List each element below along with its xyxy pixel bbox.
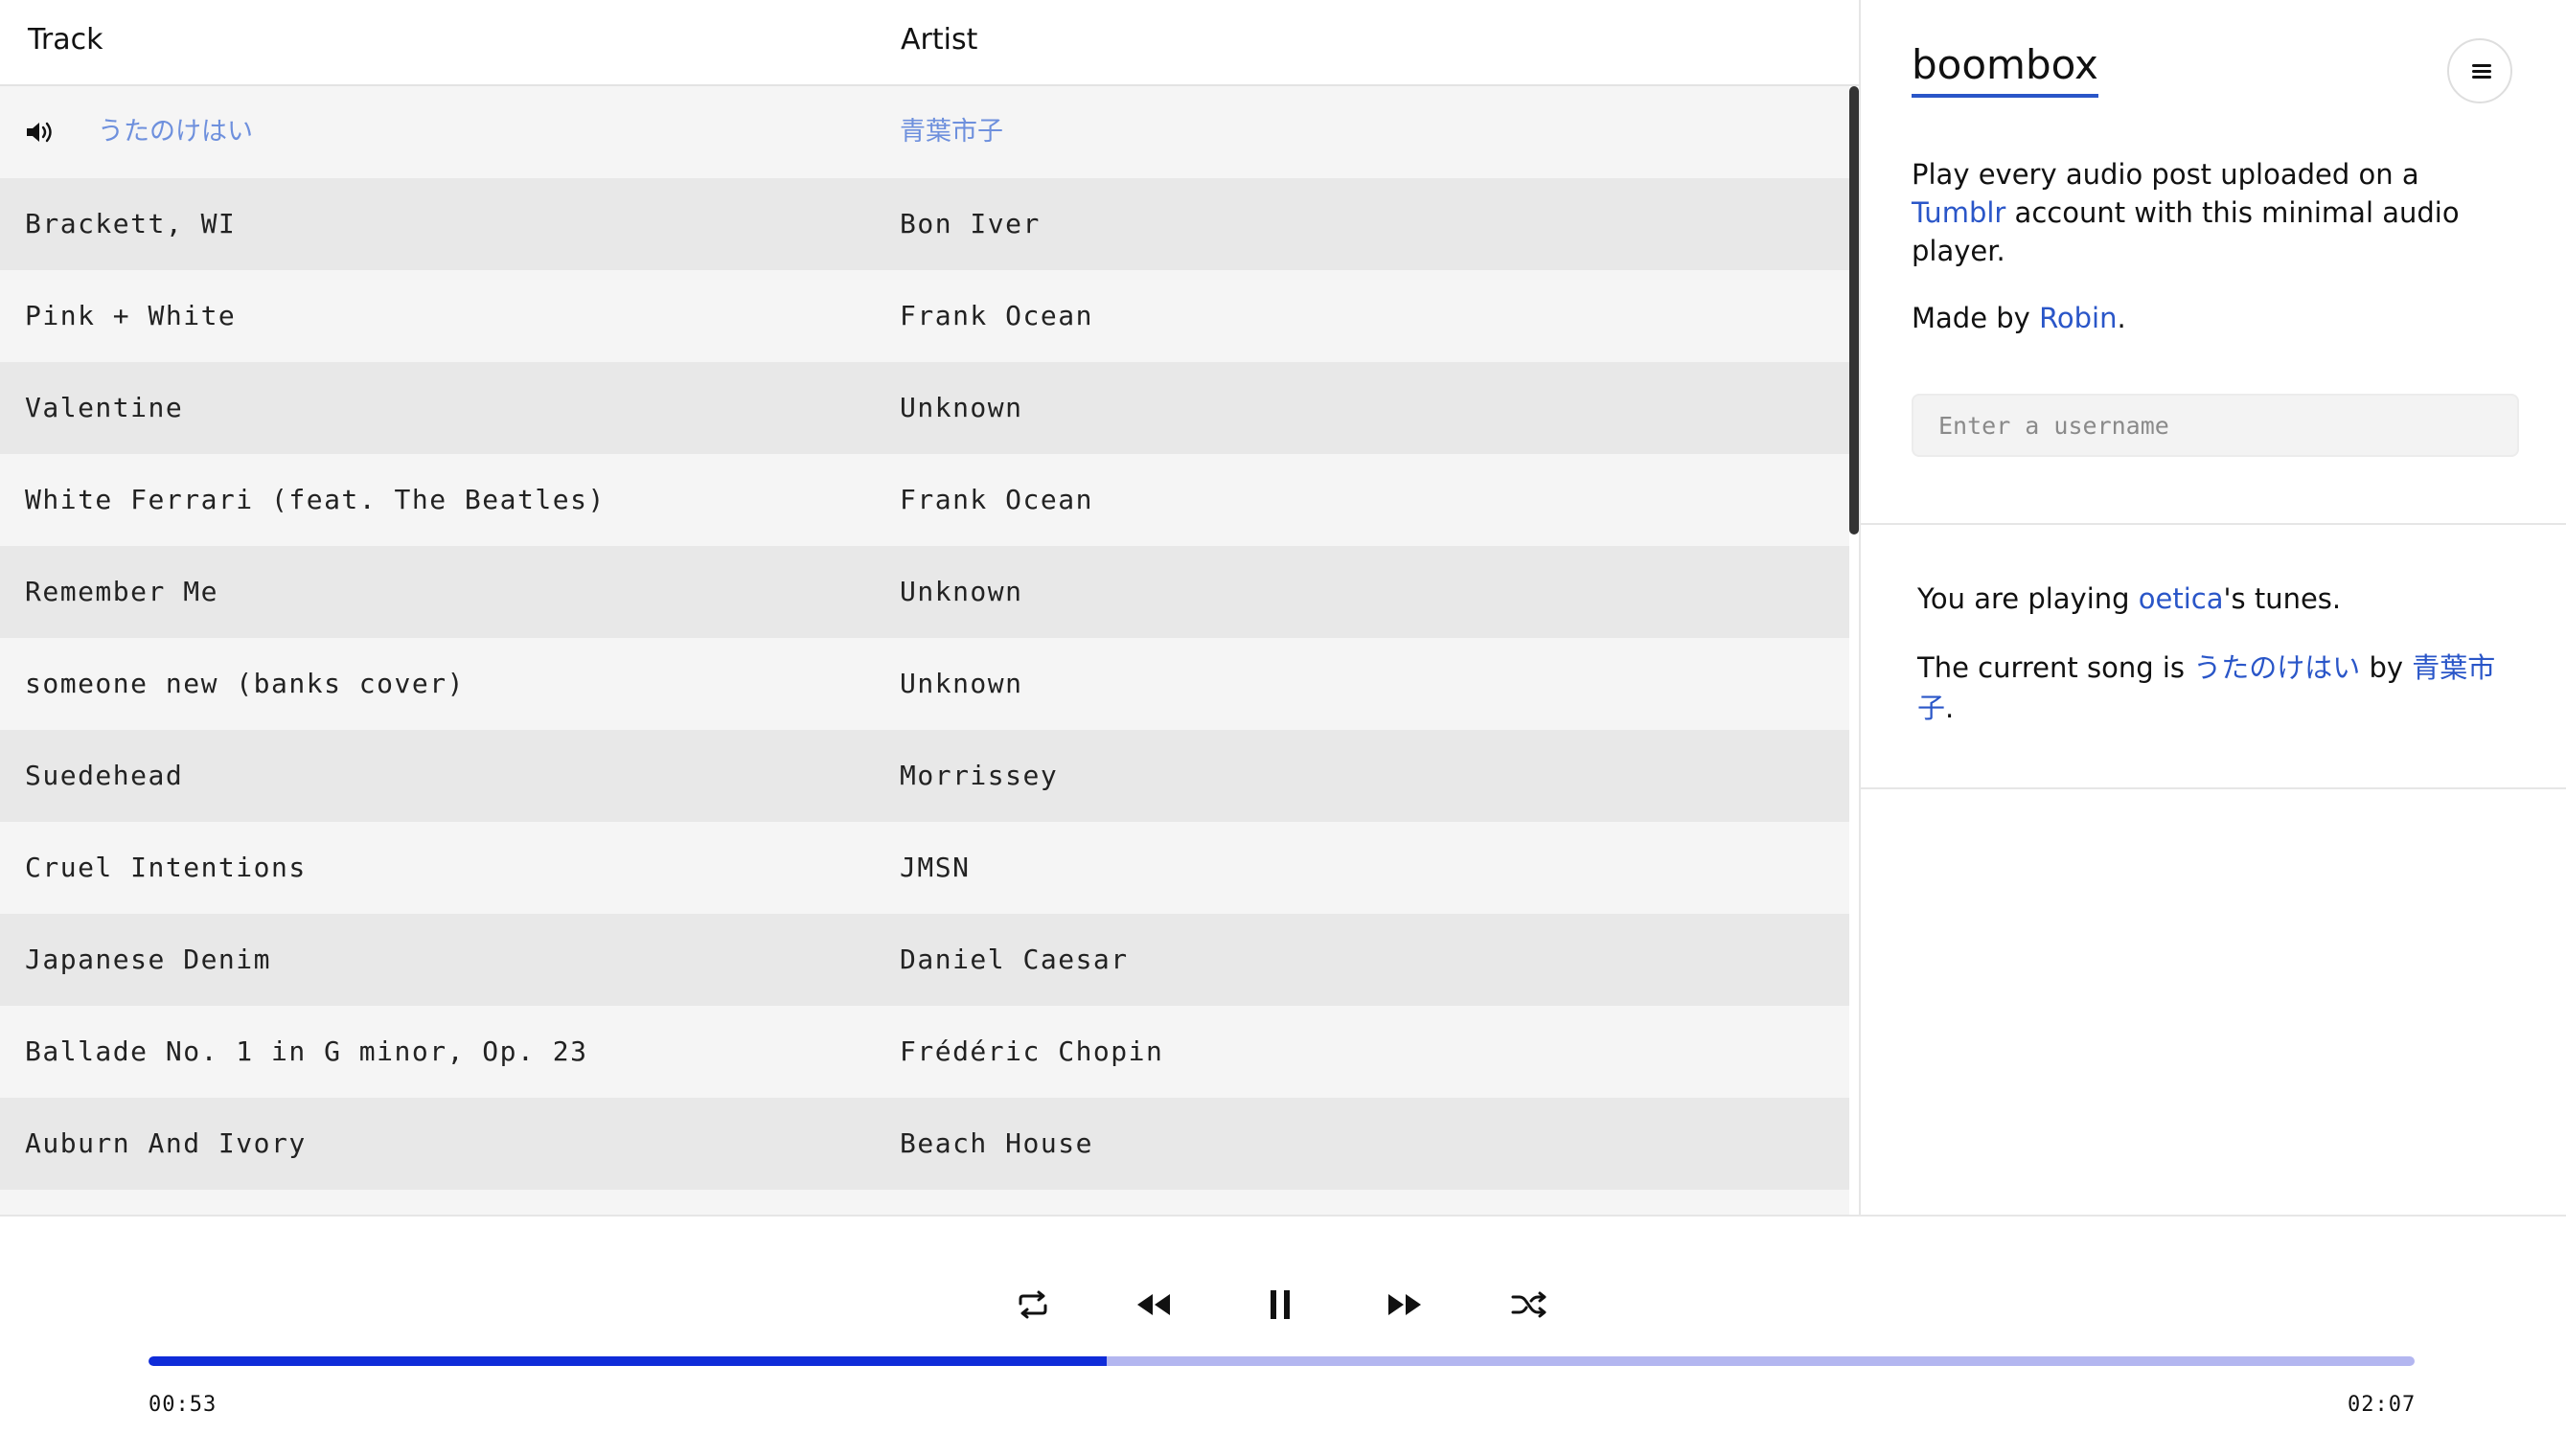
credit-suffix: .: [2117, 302, 2126, 334]
table-row[interactable]: Suedehead Morrissey: [0, 730, 1849, 822]
hamburger-icon-line: [2472, 70, 2491, 73]
table-row[interactable]: Japanese Denim Daniel Caesar: [0, 914, 1849, 1006]
track-list: Track Artist うたのけはい 青葉市子 Brackett, WI Bo…: [0, 0, 1861, 1215]
hamburger-icon: [2472, 64, 2491, 67]
status-text: .: [1945, 692, 1955, 724]
table-row-current[interactable]: うたのけはい 青葉市子: [0, 86, 1849, 178]
current-song-line: The current song is うたのけはい by 青葉市子.: [1917, 648, 2519, 728]
table-row[interactable]: Auburn And Ivory Beach House: [0, 1098, 1849, 1190]
main-area: Track Artist うたのけはい 青葉市子 Brackett, WI Bo…: [0, 0, 2566, 1217]
status-text: 's tunes.: [2223, 582, 2342, 615]
now-playing-status: You are playing oetica's tunes. The curr…: [1917, 579, 2519, 757]
about-text: Play every audio post uploaded on a Tumb…: [1912, 155, 2515, 366]
track-title: Ballade No. 1 in G minor, Op. 23: [25, 1035, 588, 1067]
track-title: Valentine: [25, 392, 184, 423]
description-text: Play every audio post uploaded on a: [1912, 158, 2419, 191]
track-title: Auburn And Ivory: [25, 1127, 307, 1159]
status-text: by: [2369, 651, 2404, 684]
table-row[interactable]: Valentine Unknown: [0, 362, 1849, 454]
track-artist: Morrissey: [900, 760, 1059, 791]
track-title: Pink + White: [25, 300, 237, 331]
table-row[interactable]: Ballade No. 1 in G minor, Op. 23 Frédéri…: [0, 1006, 1849, 1098]
speaker-icon: [27, 122, 52, 143]
rewind-icon: [1137, 1294, 1170, 1315]
brand-title[interactable]: boombox: [1912, 40, 2098, 98]
tumblr-link[interactable]: Tumblr: [1912, 196, 2005, 229]
repeat-button[interactable]: [1006, 1278, 1060, 1331]
table-row[interactable]: someone new (banks cover) Unknown: [0, 638, 1849, 730]
track-artist: Unknown: [900, 392, 1023, 423]
status-text: The current song is: [1917, 651, 2186, 684]
shuffle-button[interactable]: [1502, 1278, 1556, 1331]
total-duration: 02:07: [2348, 1393, 2417, 1417]
rewind-button[interactable]: [1127, 1278, 1180, 1331]
table-row[interactable]: Remember Me Unknown: [0, 546, 1849, 638]
table-row[interactable]: Brackett, WI Bon Iver: [0, 178, 1849, 270]
progress-fill: [149, 1356, 1108, 1366]
track-column-header[interactable]: Track: [28, 23, 103, 57]
song-link[interactable]: うたのけはい: [2193, 651, 2360, 684]
track-artist: 青葉市子: [900, 117, 1003, 147]
description: Play every audio post uploaded on a Tumb…: [1912, 155, 2515, 270]
track-artist: Daniel Caesar: [900, 944, 1129, 975]
table-row[interactable]: White Ferrari (feat. The Beatles) Frank …: [0, 454, 1849, 546]
username-input[interactable]: [1912, 394, 2519, 457]
track-title: White Ferrari (feat. The Beatles): [25, 484, 606, 515]
track-title: Japanese Denim: [25, 944, 272, 975]
track-title: Suedehead: [25, 760, 184, 791]
track-artist: Bon Iver: [900, 208, 1041, 239]
user-link[interactable]: oetica: [2139, 582, 2224, 615]
track-artist: Beach House: [900, 1127, 1093, 1159]
fast-forward-icon: [1388, 1294, 1421, 1315]
fast-forward-button[interactable]: [1378, 1278, 1432, 1331]
repeat-icon: [1019, 1290, 1047, 1319]
track-artist: JMSN: [900, 852, 971, 883]
table-header: Track Artist: [0, 0, 1859, 86]
status-text: You are playing: [1917, 582, 2130, 615]
track-artist: Unknown: [900, 668, 1023, 699]
pause-button[interactable]: [1253, 1278, 1307, 1331]
track-title: Cruel Intentions: [25, 852, 307, 883]
track-title: Remember Me: [25, 576, 218, 607]
progress-bar[interactable]: [149, 1356, 2415, 1366]
menu-button[interactable]: [2447, 38, 2512, 103]
author-link[interactable]: Robin: [2039, 302, 2117, 334]
track-title: うたのけはい: [98, 117, 253, 147]
table-row[interactable]: Pink + White Frank Ocean: [0, 270, 1849, 362]
playing-user-line: You are playing oetica's tunes.: [1917, 579, 2519, 619]
divider: [1861, 787, 2566, 789]
divider: [1861, 523, 2566, 525]
player-bar: 00:53 02:07: [0, 1217, 2566, 1456]
credit: Made by Robin.: [1912, 299, 2515, 337]
table-row-partial[interactable]: [0, 1190, 1849, 1215]
track-artist: Frank Ocean: [900, 484, 1093, 515]
elapsed-time: 00:53: [149, 1393, 218, 1417]
track-artist: Frank Ocean: [900, 300, 1093, 331]
pause-icon: [1271, 1290, 1290, 1319]
track-title: someone new (banks cover): [25, 668, 465, 699]
track-rows: うたのけはい 青葉市子 Brackett, WI Bon Iver Pink +…: [0, 86, 1849, 1215]
table-row[interactable]: Cruel Intentions JMSN: [0, 822, 1849, 914]
track-title: Brackett, WI: [25, 208, 237, 239]
credit-prefix: Made by: [1912, 302, 2030, 334]
track-artist: Frédéric Chopin: [900, 1035, 1164, 1067]
track-list-scrollbar[interactable]: [1849, 86, 1859, 535]
hamburger-icon-line: [2472, 76, 2491, 79]
sidebar: boombox Play every audio post uploaded o…: [1861, 0, 2566, 1215]
artist-column-header[interactable]: Artist: [901, 23, 977, 57]
shuffle-icon: [1511, 1291, 1546, 1318]
track-artist: Unknown: [900, 576, 1023, 607]
